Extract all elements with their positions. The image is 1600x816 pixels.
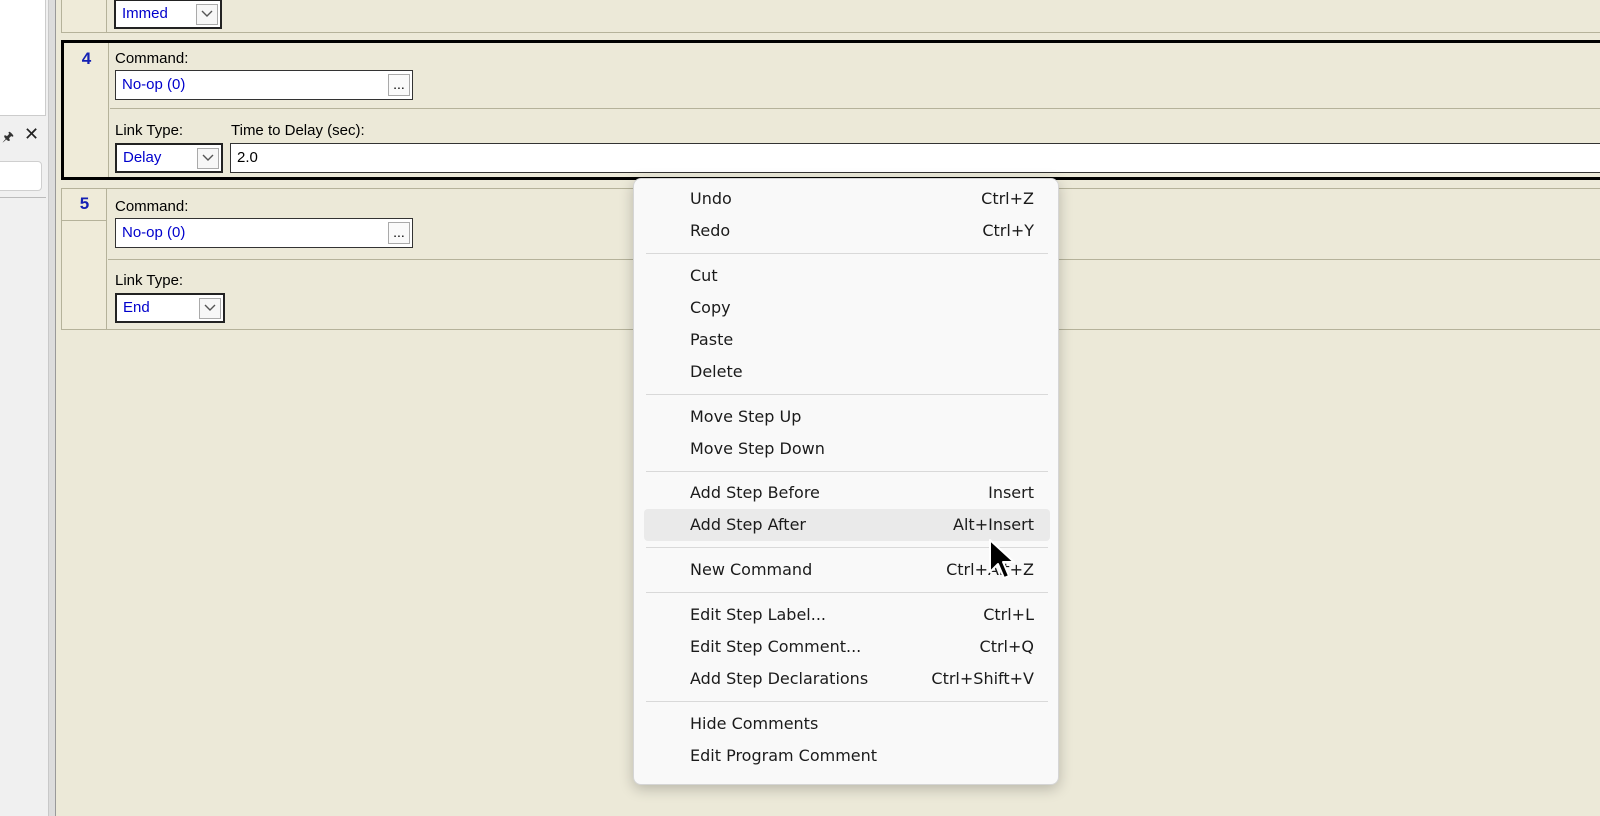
menu-item-paste[interactable]: Paste [644, 324, 1050, 356]
menu-item-label: Add Step Declarations [690, 669, 869, 688]
menu-item-label: Cut [690, 266, 718, 285]
command-label: Command: [115, 198, 189, 215]
link-type-value: End [123, 299, 150, 316]
menu-separator [646, 701, 1048, 702]
step-number-column: 4 [64, 43, 109, 177]
menu-item-label: Paste [690, 330, 734, 349]
divider [0, 197, 46, 198]
delay-input[interactable]: 2.0 [230, 143, 1600, 173]
chevron-down-icon[interactable] [197, 148, 219, 169]
menu-item-label: Add Step After [690, 515, 806, 534]
command-value: No-op (0) [122, 76, 186, 93]
menu-item-add-step-after[interactable]: Add Step After Alt+Insert [644, 509, 1050, 541]
menu-item-label: Hide Comments [690, 714, 819, 733]
browse-command-button[interactable]: ... [388, 222, 410, 244]
step-number: 4 [81, 49, 92, 68]
command-field[interactable]: No-op (0) ... [115, 218, 413, 248]
menu-item-shortcut: Ctrl+Shift+V [931, 669, 1034, 688]
chevron-down-icon[interactable] [199, 298, 221, 319]
step-number: 5 [79, 194, 90, 213]
menu-item-label: Redo [690, 221, 731, 240]
browse-command-button[interactable]: ... [388, 74, 410, 96]
menu-item-add-step-declarations[interactable]: Add Step Declarations Ctrl+Shift+V [644, 663, 1050, 695]
menu-item-add-step-before[interactable]: Add Step Before Insert [644, 477, 1050, 509]
command-label: Command: [115, 50, 189, 67]
panel-splitter[interactable] [48, 0, 56, 816]
menu-item-label: Add Step Before [690, 483, 820, 502]
link-type-value: Immed [122, 5, 168, 22]
command-field[interactable]: No-op (0) ... [115, 70, 413, 100]
menu-item-label: Undo [690, 189, 732, 208]
menu-separator [646, 394, 1048, 395]
menu-item-hide-comments[interactable]: Hide Comments [644, 708, 1050, 740]
menu-item-shortcut: Alt+Insert [953, 515, 1034, 534]
menu-item-redo[interactable]: Redo Ctrl+Y [644, 215, 1050, 247]
delay-label: Time to Delay (sec): [231, 122, 365, 139]
menu-item-label: Move Step Up [690, 407, 802, 426]
divider [110, 108, 1600, 109]
menu-item-move-step-down[interactable]: Move Step Down [644, 433, 1050, 465]
context-menu: Undo Ctrl+Z Redo Ctrl+Y Cut Copy Paste D… [633, 178, 1059, 785]
menu-item-shortcut: Ctrl+Y [982, 221, 1034, 240]
menu-item-label: Edit Program Comment [690, 746, 878, 765]
menu-item-label: New Command [690, 560, 813, 579]
menu-item-label: Edit Step Label... [690, 605, 827, 624]
pin-icon[interactable]: 🖈 [2, 128, 14, 150]
menu-item-new-command[interactable]: New Command Ctrl+Alt+Z [644, 554, 1050, 586]
menu-separator [646, 253, 1048, 254]
menu-item-move-step-up[interactable]: Move Step Up [644, 401, 1050, 433]
link-type-value: Delay [123, 149, 162, 166]
menu-item-shortcut: Ctrl+Z [981, 189, 1034, 208]
menu-item-copy[interactable]: Copy [644, 292, 1050, 324]
menu-item-shortcut: Insert [988, 483, 1034, 502]
link-type-label: Link Type: [115, 122, 184, 139]
menu-item-edit-program-comment[interactable]: Edit Program Comment [644, 740, 1050, 772]
link-type-combo[interactable]: End [115, 293, 225, 323]
link-type-combo[interactable]: Delay [115, 143, 223, 173]
close-icon[interactable]: ✕ [24, 125, 39, 143]
link-type-combo[interactable]: Immed [114, 0, 222, 29]
menu-item-label: Edit Step Comment... [690, 637, 862, 656]
menu-item-edit-step-comment[interactable]: Edit Step Comment... Ctrl+Q [644, 631, 1050, 663]
chevron-down-icon[interactable] [196, 4, 218, 25]
menu-item-shortcut: Ctrl+L [983, 605, 1034, 624]
menu-item-shortcut: Ctrl+Q [979, 637, 1034, 656]
menu-item-cut[interactable]: Cut [644, 260, 1050, 292]
step-row-3[interactable]: Immed [61, 0, 1600, 33]
menu-item-label: Delete [690, 362, 743, 381]
left-panel: 🖈 ✕ [0, 0, 54, 816]
menu-item-edit-step-label[interactable]: Edit Step Label... Ctrl+L [644, 599, 1050, 631]
menu-item-label: Move Step Down [690, 439, 825, 458]
menu-separator [646, 547, 1048, 548]
left-panel-list [0, 0, 46, 116]
command-value: No-op (0) [122, 224, 186, 241]
divider [62, 220, 107, 221]
menu-item-shortcut: Ctrl+Alt+Z [946, 560, 1034, 579]
step-number-column [62, 0, 107, 32]
link-type-label: Link Type: [115, 272, 184, 289]
menu-separator [646, 592, 1048, 593]
menu-separator [646, 471, 1048, 472]
menu-item-undo[interactable]: Undo Ctrl+Z [644, 183, 1050, 215]
left-panel-search-input[interactable] [0, 161, 42, 191]
menu-item-delete[interactable]: Delete [644, 356, 1050, 388]
menu-item-label: Copy [690, 298, 731, 317]
step-row-4[interactable]: 4 Command: No-op (0) ... Link Type: Time… [61, 40, 1600, 180]
step-number-column: 5 [62, 189, 107, 329]
